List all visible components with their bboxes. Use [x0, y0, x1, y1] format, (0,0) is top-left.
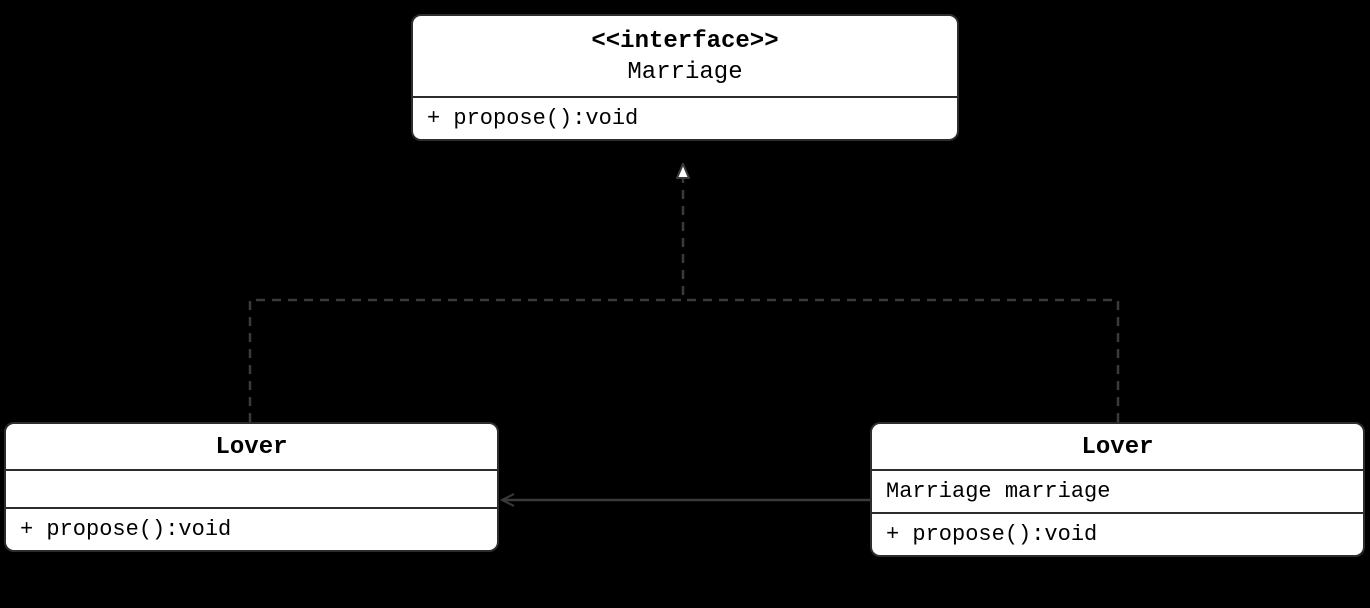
class-header: Lover	[6, 424, 497, 471]
class-name: Lover	[215, 434, 287, 461]
attribute-row: Marriage marriage	[872, 471, 1363, 514]
attributes-empty	[6, 471, 497, 509]
class-name: Marriage	[425, 57, 945, 88]
uml-diagram: <<interface>> Marriage + propose():void …	[0, 0, 1370, 608]
class-header: <<interface>> Marriage	[413, 16, 957, 98]
class-header: Lover	[872, 424, 1363, 471]
class-lover-left: Lover + propose():void	[4, 422, 499, 552]
method-row: + propose():void	[872, 514, 1363, 555]
realization-right	[683, 300, 1118, 422]
realization-left	[250, 164, 683, 422]
method-row: + propose():void	[6, 509, 497, 550]
class-marriage-interface: <<interface>> Marriage + propose():void	[411, 14, 959, 141]
stereotype-label: <<interface>>	[425, 26, 945, 57]
method-row: + propose():void	[413, 98, 957, 139]
class-name: Lover	[1081, 434, 1153, 461]
class-lover-right: Lover Marriage marriage + propose():void	[870, 422, 1365, 557]
